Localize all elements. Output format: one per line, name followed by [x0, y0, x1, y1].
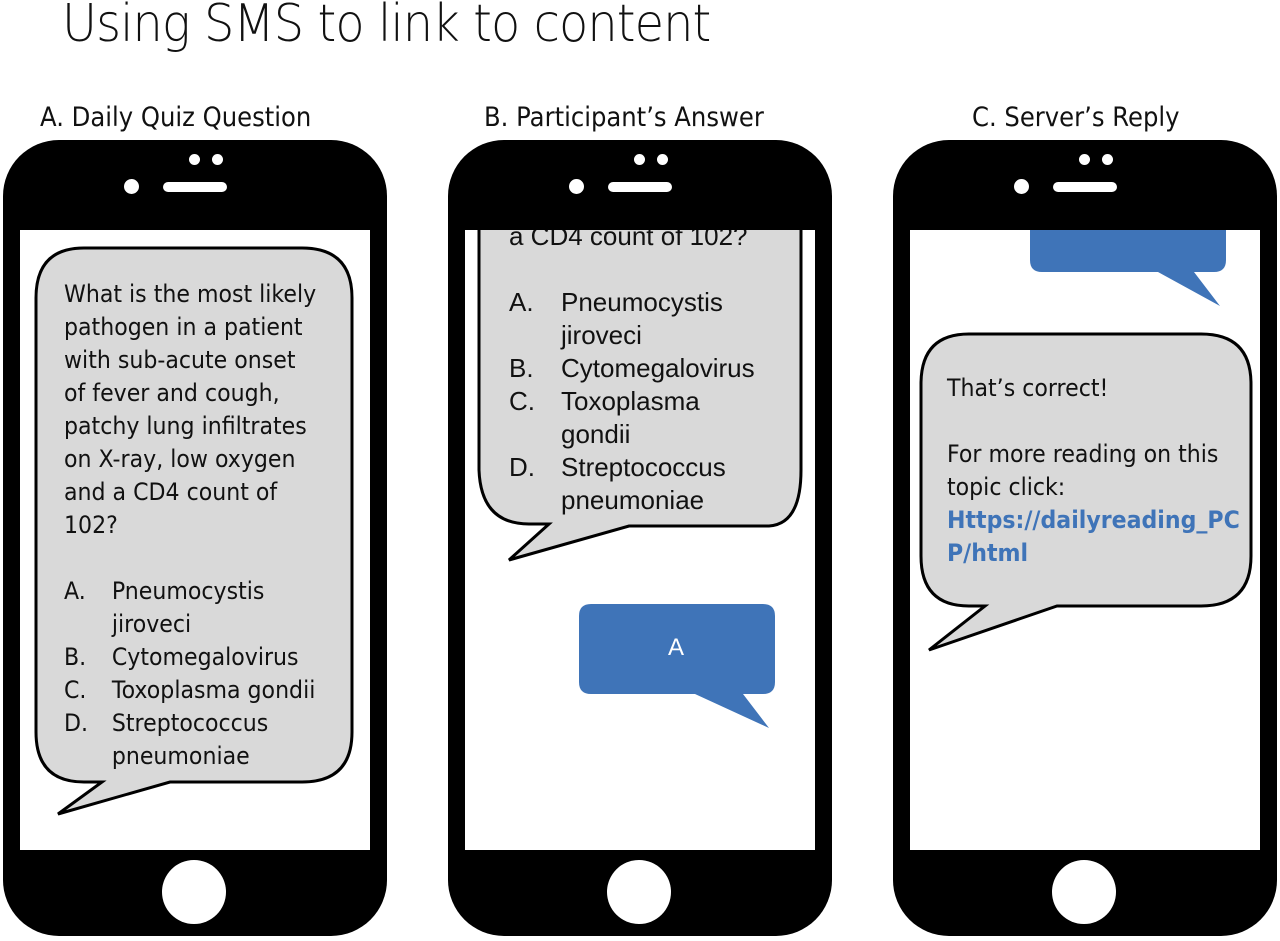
phone-c-screen: A That’s correct! For more reading on th…	[910, 230, 1260, 850]
speaker-icon	[608, 182, 672, 192]
question-line: pathogen in a patient	[64, 313, 303, 341]
reply-line: For more reading on this	[947, 440, 1219, 468]
panel-c-label: C. Server’s Reply	[972, 102, 1180, 133]
home-button[interactable]	[162, 860, 226, 924]
phone-a-screen: What is the most likely pathogen in a pa…	[20, 230, 370, 850]
sensor-dot	[1079, 154, 1090, 165]
question-line: of fever and cough,	[64, 379, 280, 407]
phone-b: a CD4 count of 102? A. Pneumocystis jirove…	[448, 140, 832, 936]
option-a: A. Pneumocystis jiroveci	[64, 577, 265, 638]
option-b: B. Cytomegalovirus	[509, 353, 755, 383]
option-c: C. Toxoplasma gondii	[64, 676, 316, 704]
bubble-shape	[579, 604, 775, 728]
sensor-dot	[1102, 154, 1113, 165]
sensor-dot	[189, 154, 200, 165]
speaker-icon	[1053, 182, 1117, 192]
option-b: B. Cytomegalovirus	[64, 643, 299, 671]
home-button[interactable]	[1052, 860, 1116, 924]
option-d: D. Streptococcus pneumoniae	[509, 452, 726, 515]
bubble-shape	[1030, 230, 1226, 306]
question-line: What is the most likely	[64, 280, 317, 308]
sensor-dot	[212, 154, 223, 165]
reply-heading: That’s correct!	[947, 374, 1109, 402]
question-line: 102?	[64, 511, 118, 539]
phone-c: A That’s correct! For more reading on th…	[893, 140, 1277, 936]
server-reply-text: That’s correct! For more reading on this…	[947, 372, 1240, 570]
question-line: patchy lung infiltrates	[64, 412, 307, 440]
option-d: D. Streptococcus pneumoniae	[64, 709, 269, 770]
quiz-question-text: a CD4 count of 102? A. Pneumocystis jirove…	[509, 230, 809, 517]
phone-a: What is the most likely pathogen in a pa…	[3, 140, 387, 936]
question-tail: a CD4 count of 102?	[509, 230, 748, 251]
home-button[interactable]	[607, 860, 671, 924]
quiz-question-text: What is the most likely pathogen in a pa…	[64, 278, 331, 773]
question-line: with sub-acute onset	[64, 346, 296, 374]
sensor-dot	[634, 154, 645, 165]
panel-a-label: A. Daily Quiz Question	[40, 102, 312, 133]
phone-b-screen: a CD4 count of 102? A. Pneumocystis jirove…	[465, 230, 815, 850]
page-title: Using SMS to link to content	[62, 0, 711, 54]
question-line: and a CD4 count of	[64, 478, 278, 506]
question-line: on X-ray, low oxygen	[64, 445, 296, 473]
camera-icon	[569, 179, 584, 194]
reading-link[interactable]: Https://dailyreading_PC P/html	[947, 504, 1240, 570]
speaker-icon	[163, 182, 227, 192]
answer-text: A	[668, 634, 685, 661]
camera-icon	[124, 179, 139, 194]
reply-line: topic click:	[947, 473, 1066, 501]
option-a: A. Pneumocystis jiroveci	[509, 287, 723, 350]
panel-b-label: B. Participant’s Answer	[484, 102, 764, 133]
camera-icon	[1014, 179, 1029, 194]
sensor-dot	[657, 154, 668, 165]
option-c: C. Toxoplasma gondii	[509, 386, 700, 449]
